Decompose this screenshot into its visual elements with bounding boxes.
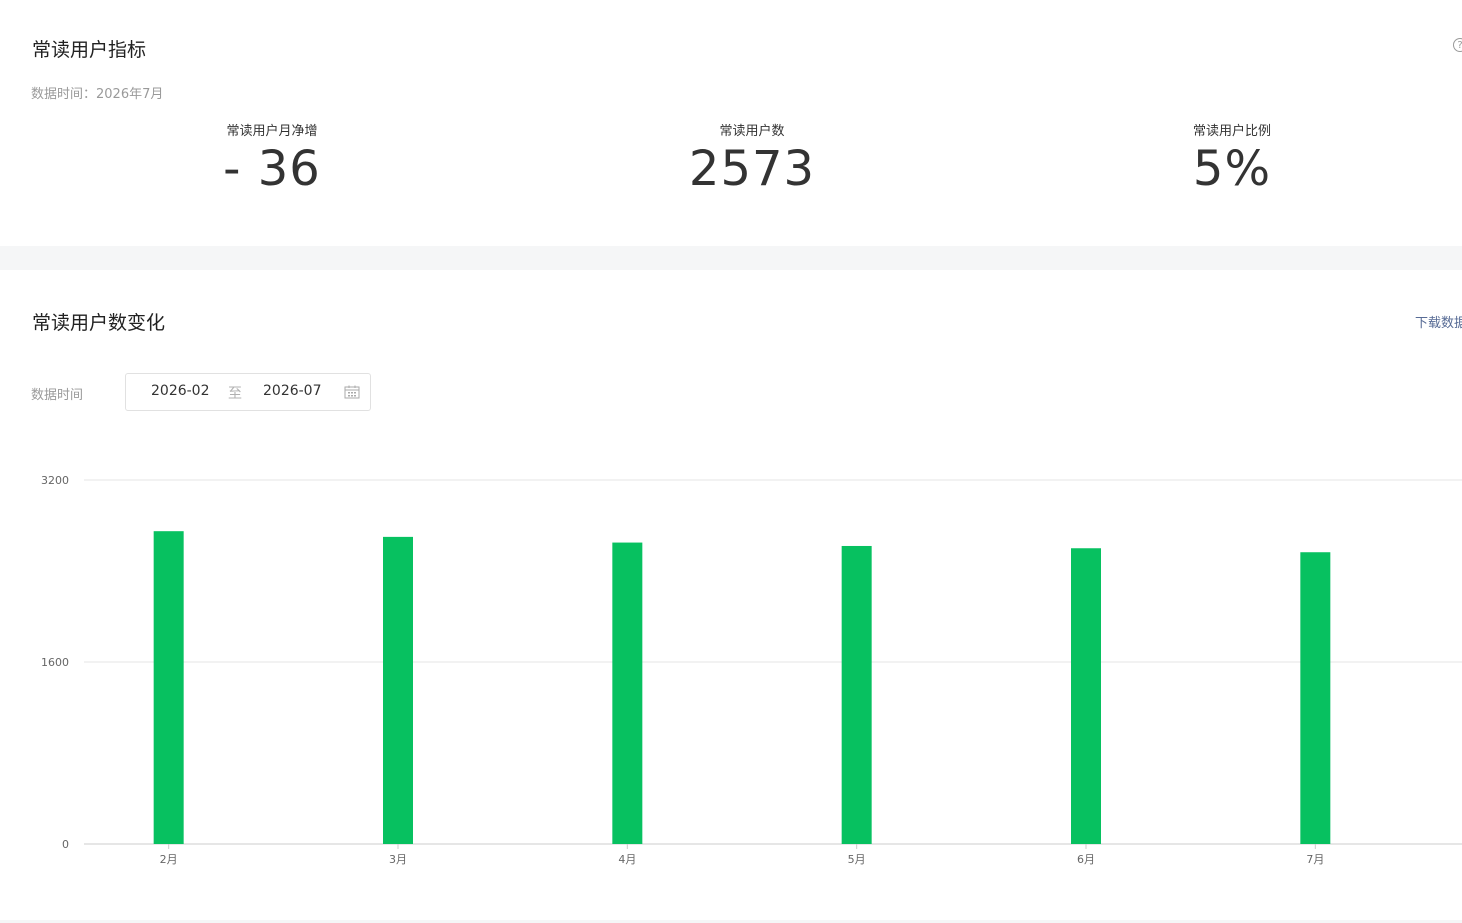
metrics-title: 常读用户指标 bbox=[32, 39, 147, 61]
date-separator: 至 bbox=[228, 386, 242, 402]
date-filter-label: 数据时间 bbox=[31, 388, 84, 403]
kpi-value: 2573 bbox=[688, 141, 816, 197]
bar bbox=[841, 545, 872, 844]
calendar-icon[interactable] bbox=[344, 385, 360, 399]
user-count-bar-chart: 0 1600 3200 2月 3月 4月 5月 6月 7月 bbox=[41, 474, 1462, 866]
x-tick-label: 4月 bbox=[618, 853, 636, 866]
x-tick-label: 3月 bbox=[389, 853, 407, 866]
metrics-data-time: 数据时间：2026年7月 bbox=[31, 87, 164, 102]
bar bbox=[1300, 552, 1331, 844]
kpi-label: 常读用户数 bbox=[719, 124, 785, 139]
date-start-input[interactable]: 2026-02 bbox=[151, 383, 210, 399]
x-tick-label: 6月 bbox=[1077, 853, 1095, 866]
bar bbox=[383, 536, 413, 844]
kpi-label: 常读用户比例 bbox=[1192, 124, 1271, 139]
y-tick-label: 3200 bbox=[41, 474, 69, 487]
date-end-input[interactable]: 2026-07 bbox=[263, 383, 322, 399]
x-tick-label: 5月 bbox=[848, 853, 866, 866]
download-data-link[interactable]: 下载数据 bbox=[1415, 312, 1462, 331]
question-circle-icon[interactable]: ? bbox=[1453, 38, 1462, 52]
bar bbox=[1071, 548, 1101, 844]
date-range-picker[interactable]: 2026-02 至 2026-07 bbox=[125, 373, 371, 411]
y-tick-label: 0 bbox=[62, 838, 69, 851]
trend-title: 常读用户数变化 bbox=[32, 312, 166, 334]
x-tick-label: 7月 bbox=[1306, 853, 1324, 866]
metrics-card: 常读用户指标 ? 数据时间：2026年7月 常读用户月净增 - 36 常读用户数… bbox=[0, 0, 1462, 246]
kpi-user-ratio: 常读用户比例 5% bbox=[1082, 120, 1382, 197]
kpi-value: - 36 bbox=[223, 141, 321, 197]
y-tick-label: 1600 bbox=[41, 656, 69, 669]
x-tick-label: 2月 bbox=[160, 853, 178, 866]
kpi-net-growth: 常读用户月净增 - 36 bbox=[122, 120, 422, 197]
bar bbox=[153, 531, 184, 844]
kpi-label: 常读用户月净增 bbox=[226, 124, 318, 139]
section-divider bbox=[0, 246, 1462, 270]
bar bbox=[612, 542, 643, 844]
kpi-user-count: 常读用户数 2573 bbox=[602, 120, 902, 197]
kpi-value: 5% bbox=[1192, 141, 1272, 197]
